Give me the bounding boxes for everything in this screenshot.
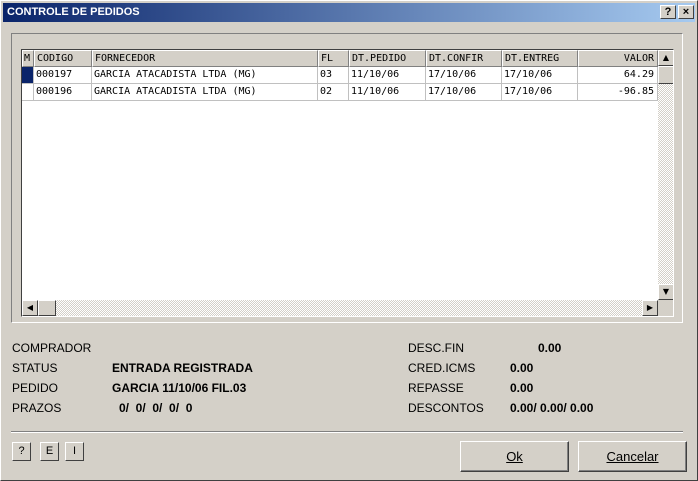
table-row[interactable]: 000196 GARCIA ATACADISTA LTDA (MG) 02 11… bbox=[22, 84, 658, 101]
prazos-value: 0/ 0/ 0/ 0/ 0 bbox=[119, 401, 193, 415]
cell-valor[interactable]: 64.29 bbox=[578, 67, 658, 84]
scroll-up-arrow-icon[interactable]: ▲ bbox=[658, 50, 673, 66]
cell-codigo[interactable]: 000196 bbox=[34, 84, 92, 101]
status-label: STATUS bbox=[12, 361, 58, 375]
ok-button[interactable]: Ok bbox=[460, 441, 569, 472]
horizontal-scroll-thumb[interactable] bbox=[38, 300, 56, 316]
cell-fl[interactable]: 02 bbox=[318, 84, 349, 101]
i-button[interactable]: I bbox=[65, 442, 84, 461]
vertical-scrollbar[interactable]: ▲ ▼ bbox=[658, 50, 673, 300]
repasse-label: REPASSE bbox=[408, 381, 464, 395]
close-button[interactable]: × bbox=[678, 5, 694, 19]
scroll-down-arrow-icon[interactable]: ▼ bbox=[658, 284, 673, 300]
desc-fin-value: 0.00 bbox=[538, 341, 562, 355]
pedido-value: GARCIA 11/10/06 FIL.03 bbox=[112, 381, 247, 395]
grid-header: M CODIGO FORNECEDOR FL DT.PEDIDO DT.CONF… bbox=[22, 50, 658, 67]
cell-fornecedor[interactable]: GARCIA ATACADISTA LTDA (MG) bbox=[92, 67, 318, 84]
cell-dt-confir[interactable]: 17/10/06 bbox=[426, 84, 502, 101]
orders-grid[interactable]: M CODIGO FORNECEDOR FL DT.PEDIDO DT.CONF… bbox=[21, 49, 674, 317]
status-value: ENTRADA REGISTRADA bbox=[112, 361, 253, 375]
col-header-valor[interactable]: VALOR bbox=[578, 50, 658, 67]
horizontal-scrollbar[interactable]: ◀ ▶ bbox=[22, 300, 658, 316]
row-marker[interactable] bbox=[22, 67, 34, 84]
table-row[interactable]: 000197 GARCIA ATACADISTA LTDA (MG) 03 11… bbox=[22, 67, 658, 84]
window-title: CONTROLE DE PEDIDOS bbox=[7, 6, 140, 18]
cred-icms-value: 0.00 bbox=[510, 361, 534, 375]
cell-dt-confir[interactable]: 17/10/06 bbox=[426, 67, 502, 84]
col-header-fl[interactable]: FL bbox=[318, 50, 349, 67]
row-marker[interactable] bbox=[22, 84, 34, 101]
col-header-dt-pedido[interactable]: DT.PEDIDO bbox=[349, 50, 426, 67]
cell-fl[interactable]: 03 bbox=[318, 67, 349, 84]
descontos-value: 0.00/ 0.00/ 0.00 bbox=[510, 401, 594, 415]
col-header-dt-entreg[interactable]: DT.ENTREG bbox=[502, 50, 578, 67]
cancel-button[interactable]: Cancelar bbox=[578, 441, 687, 472]
help-button[interactable]: ? bbox=[12, 442, 31, 461]
footer-separator bbox=[11, 431, 683, 433]
col-header-m[interactable]: M bbox=[22, 50, 34, 67]
title-bar[interactable]: CONTROLE DE PEDIDOS ? × bbox=[3, 3, 695, 22]
scrollbar-corner bbox=[658, 300, 673, 316]
scroll-left-arrow-icon[interactable]: ◀ bbox=[22, 300, 38, 316]
cell-dt-pedido[interactable]: 11/10/06 bbox=[349, 67, 426, 84]
titlebar-help-button[interactable]: ? bbox=[660, 5, 676, 19]
cell-codigo[interactable]: 000197 bbox=[34, 67, 92, 84]
repasse-value: 0.00 bbox=[510, 381, 534, 395]
cell-dt-pedido[interactable]: 11/10/06 bbox=[349, 84, 426, 101]
col-header-codigo[interactable]: CODIGO bbox=[34, 50, 92, 67]
descontos-label: DESCONTOS bbox=[408, 401, 484, 415]
comprador-label: COMPRADOR bbox=[12, 341, 92, 355]
cred-icms-label: CRED.ICMS bbox=[408, 361, 476, 375]
pedido-label: PEDIDO bbox=[12, 381, 59, 395]
cell-fornecedor[interactable]: GARCIA ATACADISTA LTDA (MG) bbox=[92, 84, 318, 101]
desc-fin-label: DESC.FIN bbox=[408, 341, 465, 355]
cell-dt-entreg[interactable]: 17/10/06 bbox=[502, 84, 578, 101]
vertical-scroll-thumb[interactable] bbox=[658, 66, 673, 84]
scroll-right-arrow-icon[interactable]: ▶ bbox=[642, 300, 658, 316]
prazos-label: PRAZOS bbox=[12, 401, 62, 415]
e-button[interactable]: E bbox=[40, 442, 59, 461]
col-header-fornecedor[interactable]: FORNECEDOR bbox=[92, 50, 318, 67]
cell-dt-entreg[interactable]: 17/10/06 bbox=[502, 67, 578, 84]
cell-valor[interactable]: -96.85 bbox=[578, 84, 658, 101]
col-header-dt-confir[interactable]: DT.CONFIR bbox=[426, 50, 502, 67]
dialog-window: CONTROLE DE PEDIDOS ? × M CODIGO FORNECE… bbox=[0, 0, 698, 481]
